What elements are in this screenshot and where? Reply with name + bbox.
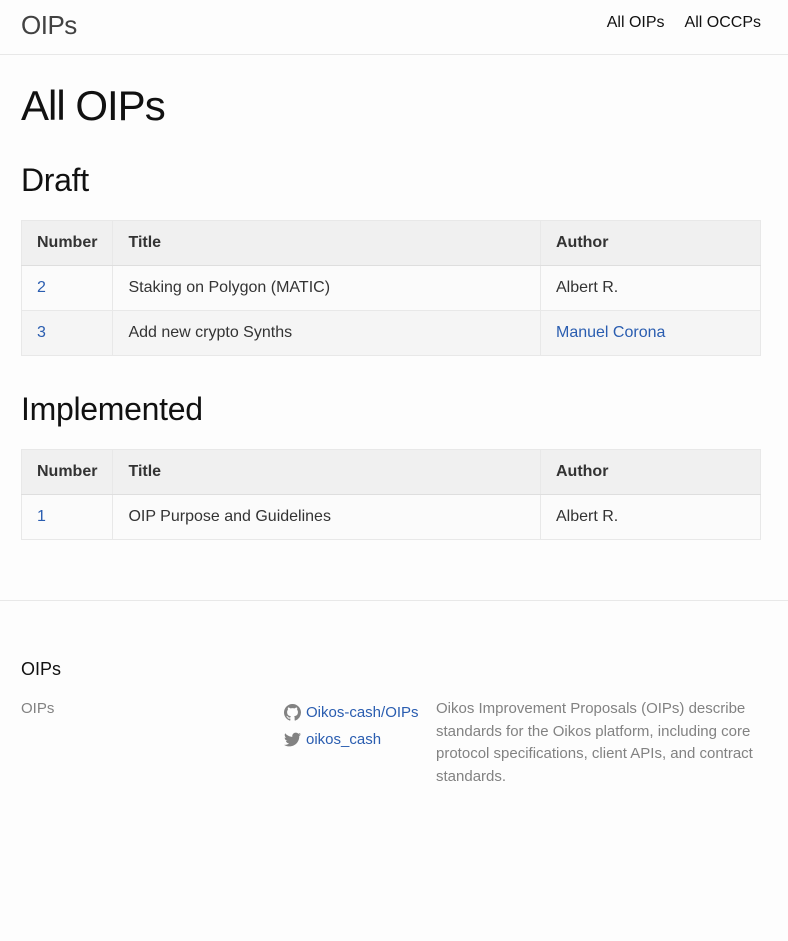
section-heading-implemented: Implemented	[21, 391, 203, 427]
github-icon	[284, 704, 301, 721]
social-links: Oikos-cash/OIPs oikos_cash	[284, 699, 419, 753]
cell-title: Staking on Polygon (MATIC)	[112, 265, 541, 311]
footer-description: Oikos Improvement Proposals (OIPs) descr…	[436, 700, 753, 785]
section-heading-draft: Draft	[21, 162, 89, 198]
table-row: 2 Staking on Polygon (MATIC) Albert R.	[20, 265, 761, 311]
column-header-author: Author	[540, 449, 761, 495]
site-footer: OIPs OIPs Oikos-cash/OIPs oikos_cash Oik…	[0, 600, 788, 941]
site-nav: All OIPs All OCCPs	[607, 14, 761, 32]
page-title: All OIPs	[21, 82, 166, 129]
cell-title: Add new crypto Synths	[112, 310, 541, 356]
column-header-author: Author	[540, 220, 761, 266]
footer-site-name: OIPs	[21, 700, 55, 717]
nav-link-all-occps[interactable]: All OCCPs	[685, 14, 761, 32]
github-link-label: Oikos-cash/OIPs	[306, 704, 419, 721]
implemented-table: Number Title Author 1 OIP Purpose and Gu…	[20, 449, 761, 540]
cell-number: 2	[20, 265, 114, 311]
column-header-title: Title	[112, 449, 541, 495]
author-link[interactable]: Manuel Corona	[556, 324, 665, 341]
twitter-icon	[284, 732, 301, 747]
oip-number-link[interactable]: 3	[37, 324, 46, 341]
oip-number-link[interactable]: 2	[37, 279, 46, 296]
cell-number: 3	[20, 310, 114, 356]
table-row: 1 OIP Purpose and Guidelines Albert R.	[20, 494, 761, 540]
cell-author: Albert R.	[540, 265, 761, 311]
table-header-row: Number Title Author	[20, 220, 761, 266]
cell-author: Manuel Corona	[540, 310, 761, 356]
column-header-number: Number	[20, 220, 114, 266]
table-header-row: Number Title Author	[20, 449, 761, 495]
column-header-title: Title	[112, 220, 541, 266]
nav-link-all-oips[interactable]: All OIPs	[607, 14, 665, 32]
site-header: OIPs All OIPs All OCCPs	[0, 0, 788, 55]
cell-title: OIP Purpose and Guidelines	[112, 494, 541, 540]
github-link[interactable]: Oikos-cash/OIPs	[284, 699, 419, 726]
oip-number-link[interactable]: 1	[37, 508, 46, 525]
twitter-link-label: oikos_cash	[306, 731, 382, 748]
table-row: 3 Add new crypto Synths Manuel Corona	[20, 310, 761, 356]
footer-heading: OIPs	[21, 659, 62, 679]
cell-author: Albert R.	[540, 494, 761, 540]
site-title-link[interactable]: OIPs	[21, 10, 77, 41]
column-header-number: Number	[20, 449, 114, 495]
twitter-link[interactable]: oikos_cash	[284, 726, 419, 753]
cell-number: 1	[20, 494, 114, 540]
draft-table: Number Title Author 2 Staking on Polygon…	[20, 220, 761, 356]
